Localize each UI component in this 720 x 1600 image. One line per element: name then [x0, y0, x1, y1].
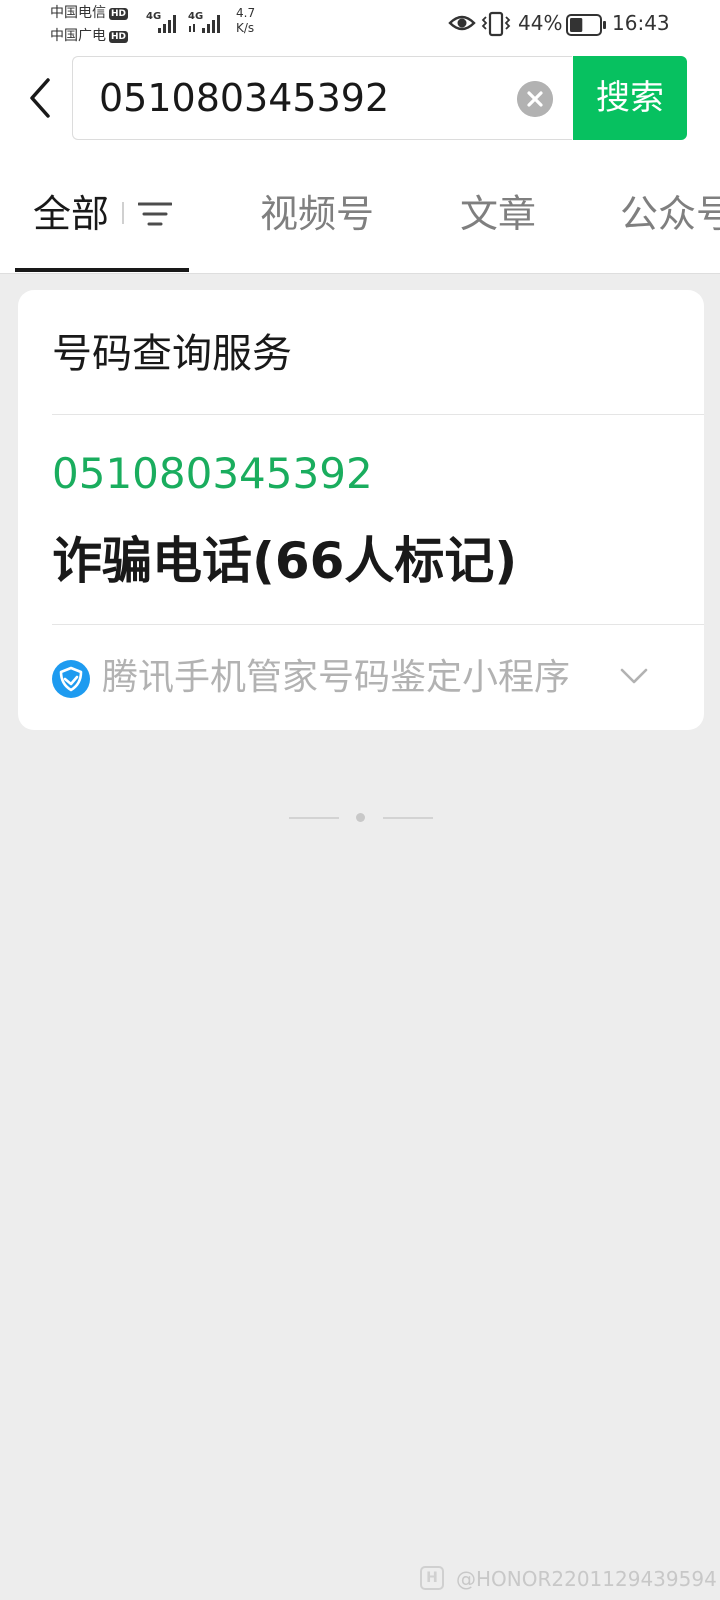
tab-video-channel[interactable]: 视频号 — [260, 190, 374, 238]
tab-articles[interactable]: 文章 — [460, 190, 536, 238]
signal-strength-icon: 4G — [146, 11, 176, 33]
tab-all[interactable]: 全部 — [33, 190, 109, 238]
battery-percent: 44% — [518, 11, 563, 35]
tab-official-accounts[interactable]: 公众号 — [620, 190, 720, 238]
tab-divider — [122, 202, 124, 224]
honor-watermark-icon: H — [420, 1566, 444, 1590]
divider — [0, 273, 720, 274]
search-box — [72, 56, 572, 140]
clock: 16:43 — [612, 11, 670, 35]
tencent-guard-shield-icon — [52, 660, 90, 698]
end-of-results-line — [289, 817, 339, 819]
chevron-left-icon — [30, 78, 50, 118]
network-speed-unit: K/s — [236, 21, 255, 35]
search-button[interactable]: 搜索 — [573, 56, 687, 140]
top-bar: 中国电信 HD 中国广电 HD 4G 4G 4.7 K/s 44% 16:43 … — [0, 0, 720, 274]
phone-number: 051080345392 — [52, 449, 373, 498]
hd-badge: HD — [109, 31, 129, 43]
hd-badge: HD — [109, 8, 129, 20]
fraud-label: 诈骗电话(66人标记) — [52, 532, 518, 590]
status-bar: 中国电信 HD 中国广电 HD 4G 4G 4.7 K/s 44% 16:43 — [0, 0, 720, 48]
signal-strength-icon: 4G — [188, 11, 220, 33]
filter-icon[interactable] — [138, 200, 172, 230]
network-type-label: 4G — [188, 11, 203, 22]
carrier-2: 中国广电 HD — [50, 28, 129, 44]
chevron-down-icon[interactable] — [620, 666, 648, 686]
mini-program-source[interactable]: 腾讯手机管家号码鉴定小程序 — [102, 654, 570, 702]
carrier-1: 中国电信 HD — [50, 5, 129, 21]
end-of-results-line — [383, 817, 433, 819]
battery-fill — [570, 18, 583, 32]
battery-icon — [566, 14, 606, 36]
divider — [52, 414, 704, 415]
end-of-results-dot — [356, 813, 365, 822]
tab-active-indicator — [15, 268, 189, 272]
network-speed: 4.7 K/s — [236, 6, 255, 36]
vibrate-icon — [481, 11, 511, 37]
back-button[interactable] — [22, 74, 62, 122]
watermark-text: @HONOR2201129439594 — [456, 1567, 717, 1591]
search-input[interactable] — [99, 73, 499, 123]
card-title: 号码查询服务 — [52, 331, 292, 377]
number-lookup-card[interactable]: 号码查询服务 051080345392 诈骗电话(66人标记) 腾讯手机管家号码… — [18, 290, 704, 730]
eye-comfort-icon — [448, 15, 476, 31]
clear-search-button[interactable] — [517, 81, 553, 117]
carrier-1-name: 中国电信 — [50, 5, 106, 21]
divider — [52, 624, 704, 625]
network-type-label: 4G — [146, 11, 161, 22]
network-speed-value: 4.7 — [236, 6, 256, 20]
carrier-2-name: 中国广电 — [50, 28, 106, 44]
